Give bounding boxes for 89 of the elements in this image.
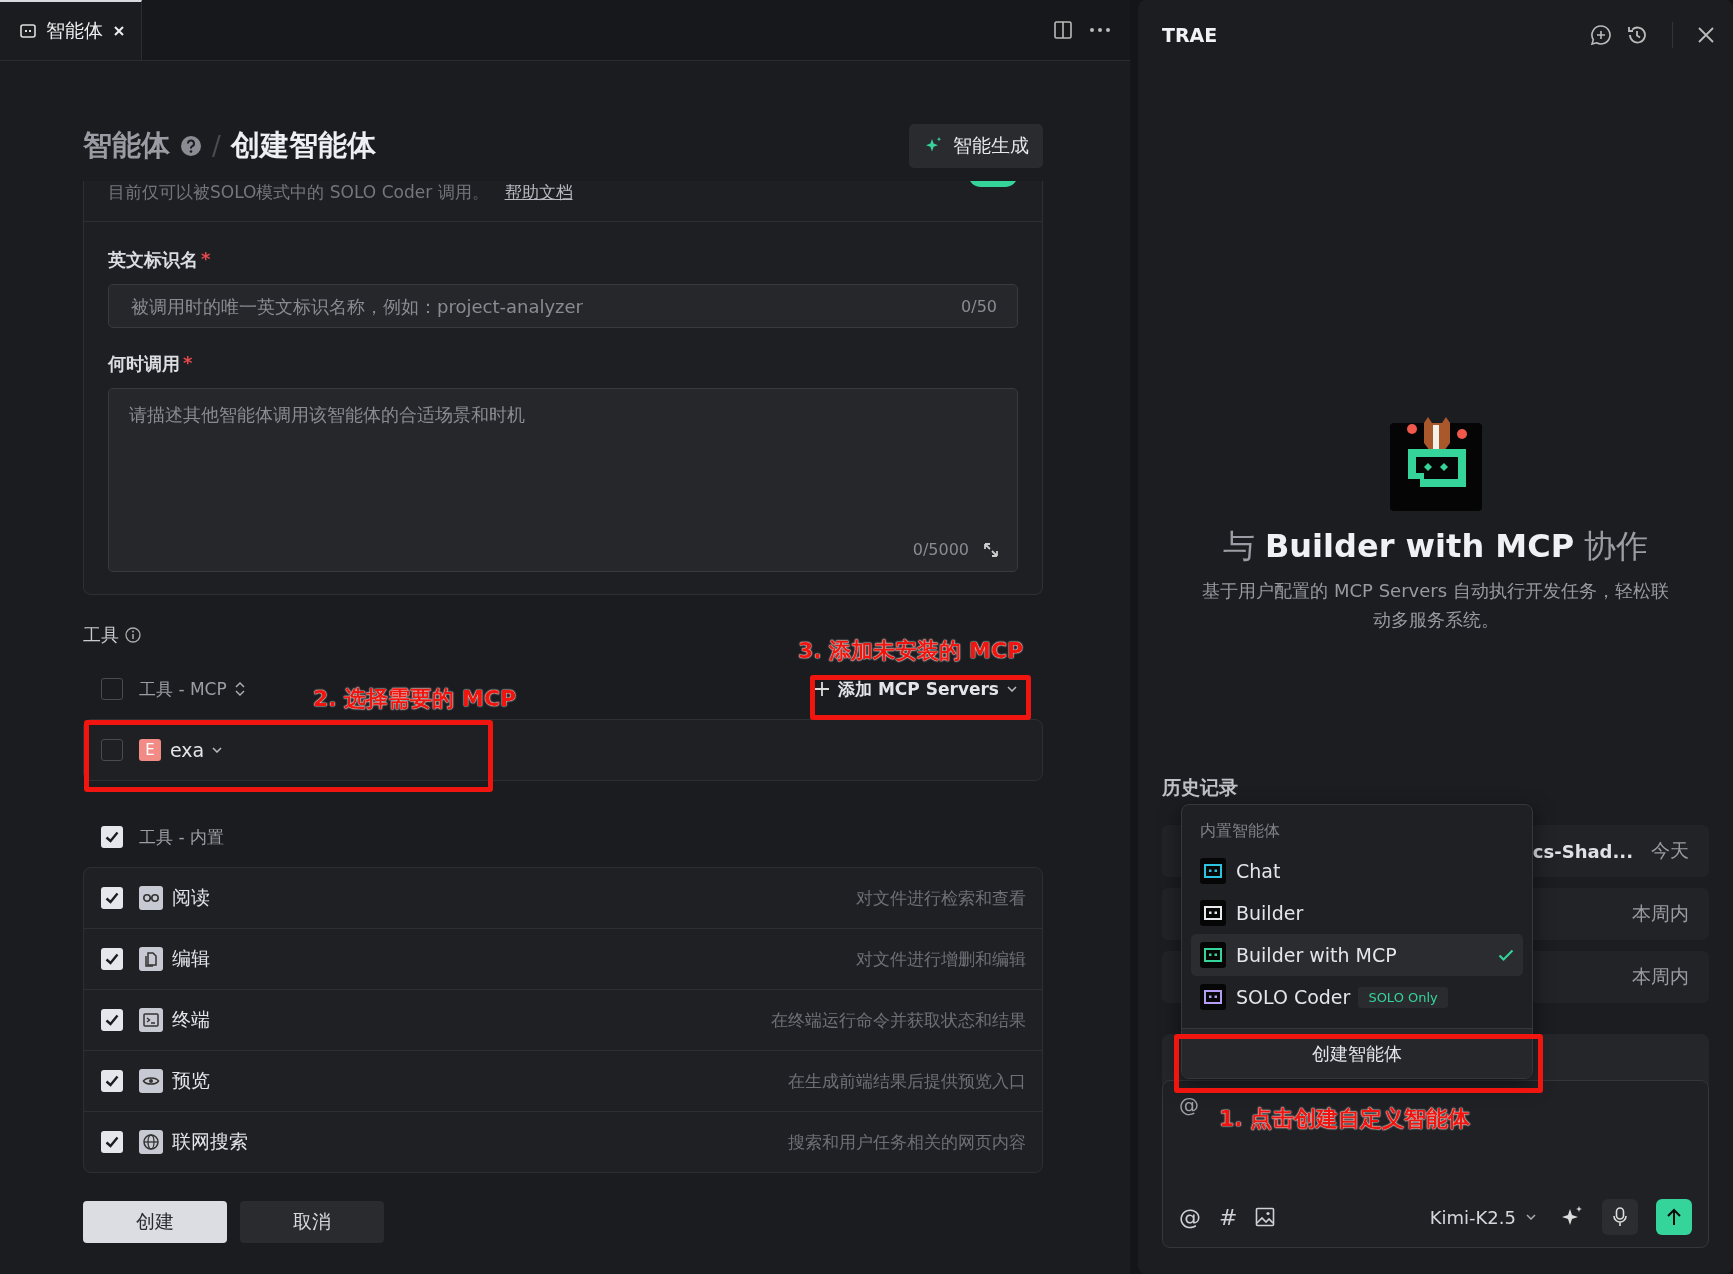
menu-item[interactable]: SOLO Coder SOLO Only xyxy=(1191,976,1523,1018)
create-button[interactable]: 创建 xyxy=(83,1201,227,1243)
checkbox[interactable] xyxy=(101,1009,123,1031)
tool-description: 对文件进行增删和编辑 xyxy=(856,947,1026,971)
history-icon[interactable] xyxy=(1626,24,1648,46)
field-label: 英文标识名 xyxy=(108,248,198,272)
char-counter: 0/5000 xyxy=(912,540,969,559)
tool-description: 在终端运行命令并获取状态和结果 xyxy=(771,1008,1026,1032)
char-counter: 0/50 xyxy=(961,296,997,316)
send-button[interactable] xyxy=(1656,1199,1692,1235)
new-chat-icon[interactable] xyxy=(1590,24,1612,46)
checkbox[interactable] xyxy=(101,887,123,909)
tool-name: 编辑 xyxy=(172,946,210,971)
help-icon xyxy=(180,135,202,157)
check-icon xyxy=(105,953,119,965)
info-icon xyxy=(125,627,141,643)
check-icon xyxy=(105,1014,119,1026)
terminal-icon xyxy=(142,1011,160,1029)
menu-item[interactable]: Chat xyxy=(1191,850,1523,892)
tool-name: 预览 xyxy=(172,1068,210,1093)
check-icon xyxy=(105,831,119,843)
split-view-icon[interactable] xyxy=(1054,21,1072,39)
add-mcp-button[interactable]: 添加 MCP Servers xyxy=(808,676,1023,702)
field-label: 何时调用 xyxy=(108,352,180,376)
chevron-down-icon xyxy=(212,747,223,753)
info-text: 目前仅可以被SOLO模式中的 SOLO Coder 调用。 xyxy=(108,181,489,204)
breadcrumb-link[interactable]: 智能体 xyxy=(83,126,170,166)
menu-item[interactable]: Builder with MCP xyxy=(1191,934,1523,976)
server-name[interactable]: exa xyxy=(170,739,205,761)
text-input[interactable]: 被调用时的唯一英文标识名称，例如：project-analyzer xyxy=(129,294,962,318)
section-title: 工具 xyxy=(83,623,119,647)
expand-icon[interactable] xyxy=(983,541,999,558)
image-icon[interactable] xyxy=(1255,1207,1276,1227)
checkbox[interactable] xyxy=(101,739,123,761)
help-link[interactable]: 帮助文档 xyxy=(504,181,573,204)
chevron-down-icon xyxy=(1526,1214,1536,1220)
panel-title: TRAE xyxy=(1162,24,1218,46)
section-title: 历史记录 xyxy=(1162,775,1239,799)
checkbox[interactable] xyxy=(101,826,123,848)
tool-name: 终端 xyxy=(172,1007,210,1032)
agent-heading: 与 Builder with MCP 协作 xyxy=(1222,526,1649,568)
robot-icon xyxy=(20,24,36,38)
group-label: 工具 - 内置 xyxy=(139,825,224,849)
input-field[interactable]: 被调用时的唯一英文标识名称，例如：project-analyzer 0/50 xyxy=(108,284,1018,328)
cancel-button[interactable]: 取消 xyxy=(240,1201,384,1243)
more-icon[interactable] xyxy=(1090,28,1110,32)
checkbox[interactable] xyxy=(101,678,123,700)
checkbox[interactable] xyxy=(101,1070,123,1092)
model-selector[interactable]: Kimi-K2.5 xyxy=(1423,1205,1542,1229)
tool-description: 在生成前端结果后提供预览入口 xyxy=(788,1069,1026,1093)
server-badge: E xyxy=(139,739,161,761)
message-input[interactable]: @ xyxy=(1179,1093,1209,1117)
required-mark: * xyxy=(183,352,193,375)
menu-item[interactable]: Builder xyxy=(1191,892,1523,934)
tool-name: 联网搜索 xyxy=(172,1129,248,1154)
page-title: 创建智能体 xyxy=(230,127,376,164)
annotation-text: 1. 点击创建自定义智能体 xyxy=(1219,1105,1471,1133)
tool-description: 对文件进行检索和查看 xyxy=(856,886,1026,910)
chevron-down-icon xyxy=(1007,686,1017,692)
editor-tab[interactable]: 智能体 xyxy=(0,0,142,60)
document-icon xyxy=(142,950,160,968)
arrow-up-icon xyxy=(1666,1208,1682,1226)
check-icon xyxy=(1498,949,1514,961)
required-mark: * xyxy=(201,248,211,271)
mention-button[interactable]: @ xyxy=(1179,1204,1201,1230)
checkbox[interactable] xyxy=(101,1131,123,1153)
agent-description: 基于用户配置的 MCP Servers 自动执行开发任务，轻松联动多服务系统。 xyxy=(1201,579,1670,633)
microphone-icon xyxy=(1613,1207,1627,1227)
plus-icon xyxy=(814,681,831,697)
sort-icon[interactable] xyxy=(234,682,245,696)
globe-icon xyxy=(142,1133,160,1151)
group-label: 工具 - MCP xyxy=(139,677,227,701)
check-icon xyxy=(105,1136,119,1148)
tool-name: 阅读 xyxy=(172,885,210,910)
check-icon xyxy=(105,1075,119,1087)
tool-description: 搜索和用户任务相关的网页内容 xyxy=(788,1130,1026,1154)
check-icon xyxy=(105,892,119,904)
text-area[interactable]: 请描述其他智能体调用该智能体的合适场景和时机 0/5000 xyxy=(108,388,1018,572)
tag: SOLO Only xyxy=(1358,986,1448,1008)
generate-button[interactable]: 智能生成 xyxy=(909,124,1043,168)
microphone-button[interactable] xyxy=(1602,1199,1638,1235)
text-input[interactable]: 请描述其他智能体调用该智能体的合适场景和时机 xyxy=(127,401,999,540)
checkbox[interactable] xyxy=(101,948,123,970)
breadcrumb-separator: / xyxy=(212,131,221,161)
menu-section-label: 内置智能体 xyxy=(1199,820,1281,842)
hash-button[interactable]: # xyxy=(1219,1204,1238,1230)
annotation-text: 3. 添加未安装的 MCP xyxy=(798,637,1024,665)
close-icon[interactable] xyxy=(1697,26,1715,44)
annotation-text: 2. 选择需要的 MCP xyxy=(313,685,517,713)
